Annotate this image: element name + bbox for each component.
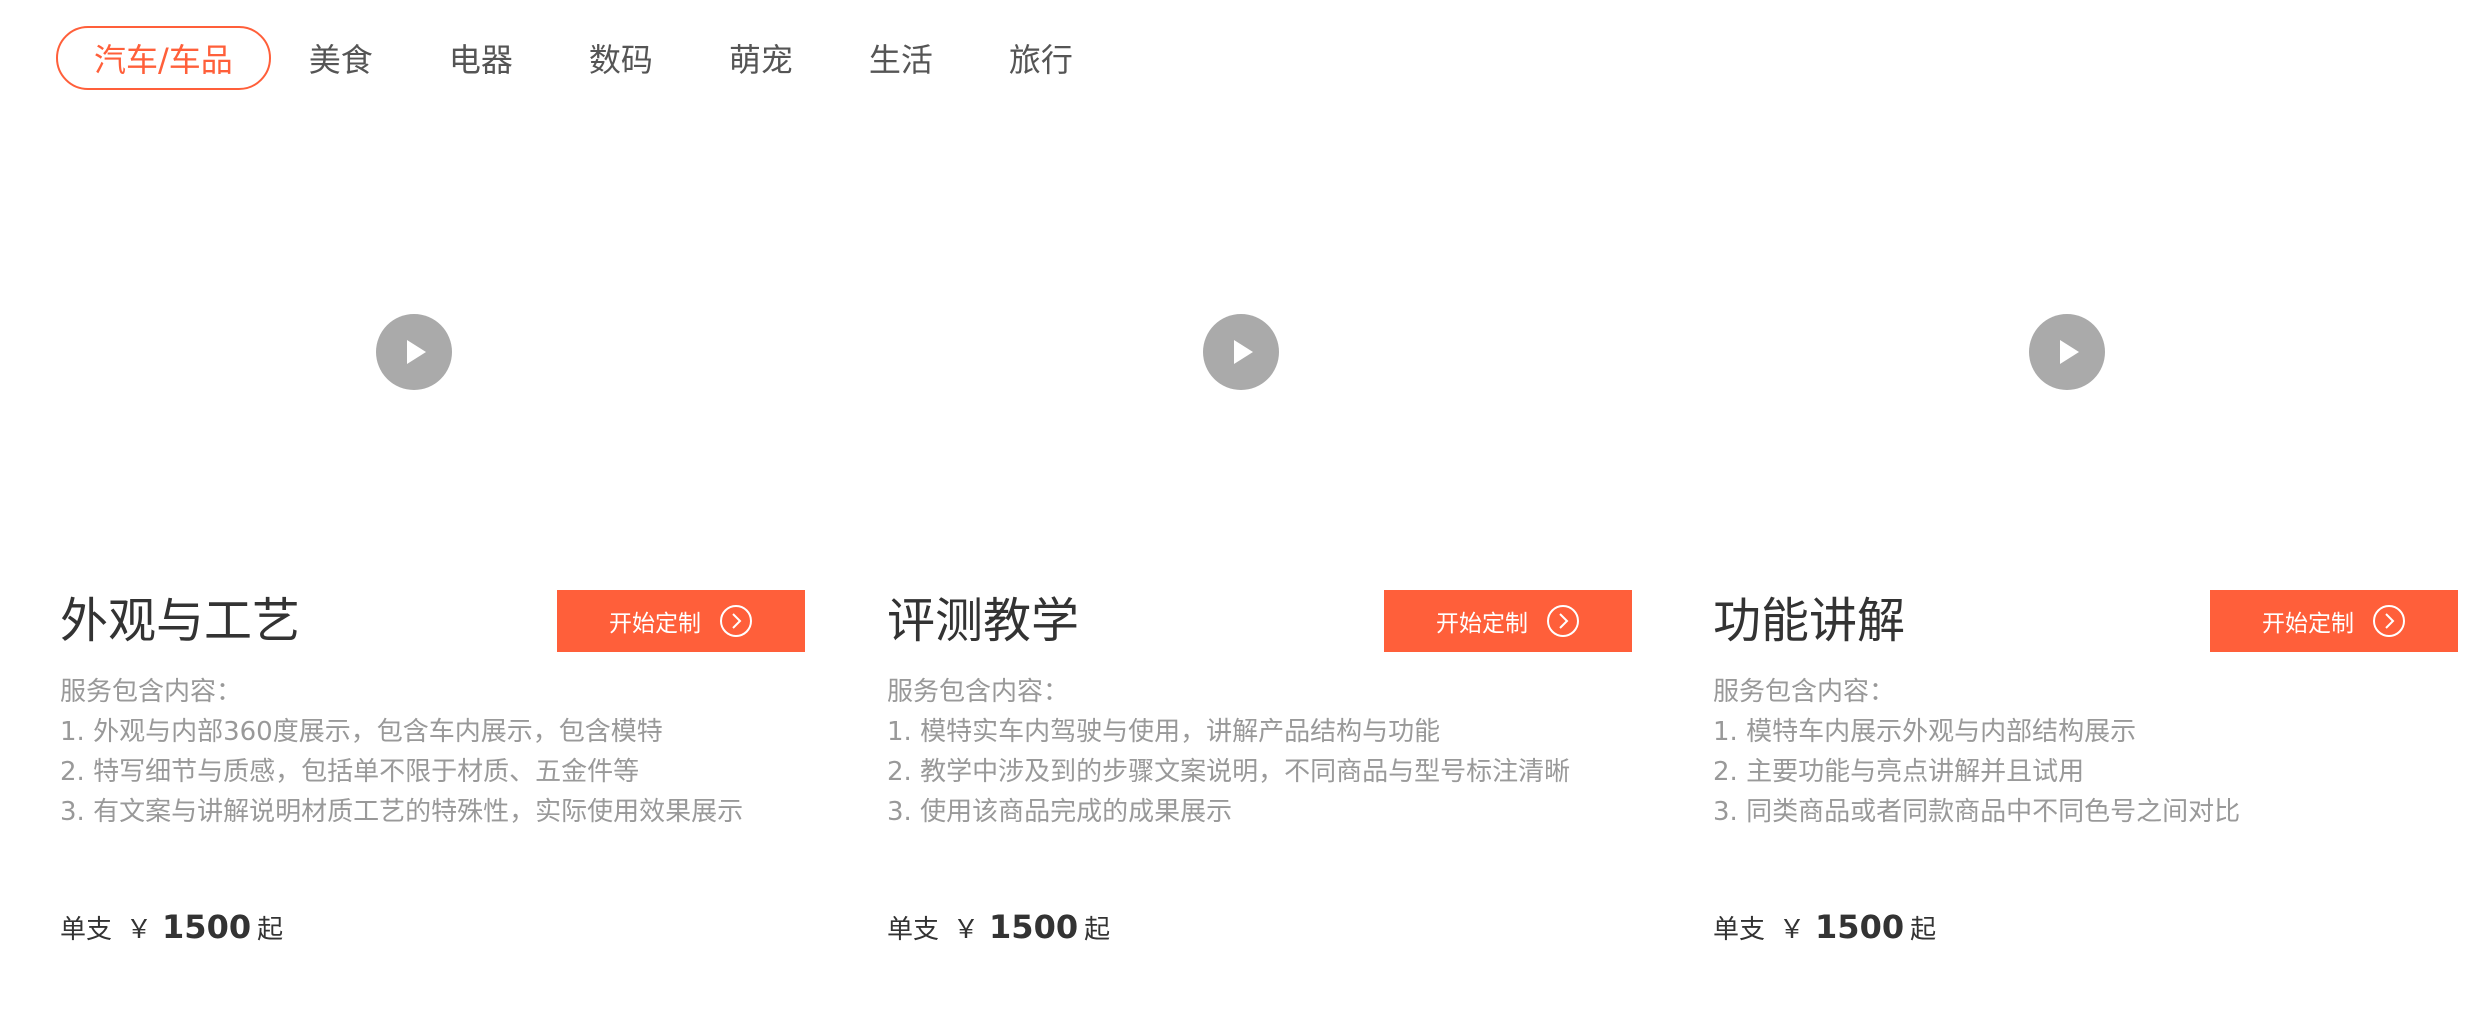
price-currency: ￥	[953, 915, 980, 945]
video-preview[interactable]	[60, 130, 820, 570]
description-heading: 服务包含内容：	[60, 677, 243, 707]
card-title: 评测教学	[887, 593, 1080, 649]
video-preview[interactable]	[887, 130, 1647, 570]
description-item: 1. 外观与内部360度展示，包含车内展示，包含模特	[60, 717, 663, 747]
chevron-right-circle-icon	[2372, 604, 2406, 638]
description-item: 1. 模特车内展示外观与内部结构展示	[1713, 717, 2137, 747]
service-card: 功能讲解 开始定制 服务包含内容： 1. 模特车内展示外观与内部结构展示 2. …	[1713, 130, 2473, 960]
description-item: 3. 有文案与讲解说明材质工艺的特殊性，实际使用效果展示	[60, 797, 744, 827]
price-suffix: 起	[1084, 915, 1111, 945]
description-item: 2. 特写细节与质感，包括单不限于材质、五金件等	[60, 757, 640, 787]
price-suffix: 起	[257, 915, 284, 945]
start-customize-button[interactable]: 开始定制	[1384, 590, 1632, 652]
service-card: 评测教学 开始定制 服务包含内容： 1. 模特实车内驾驶与使用，讲解产品结构与功…	[887, 130, 1647, 960]
play-icon[interactable]	[376, 314, 452, 390]
price-unit: 单支	[60, 915, 113, 945]
play-icon[interactable]	[1203, 314, 1279, 390]
chevron-right-circle-icon	[719, 604, 753, 638]
chevron-right-circle-icon	[1546, 604, 1580, 638]
video-preview[interactable]	[1713, 130, 2473, 570]
description-heading: 服务包含内容：	[1713, 677, 1896, 707]
start-customize-button[interactable]: 开始定制	[557, 590, 805, 652]
price-value: 1500	[1815, 908, 1905, 946]
price-unit: 单支	[887, 915, 940, 945]
description-item: 2. 教学中涉及到的步骤文案说明，不同商品与型号标注清晰	[887, 757, 1571, 787]
price-currency: ￥	[126, 915, 153, 945]
description-item: 3. 同类商品或者同款商品中不同色号之间对比	[1713, 797, 2241, 827]
description-item: 3. 使用该商品完成的成果展示	[887, 797, 1233, 827]
description-heading: 服务包含内容：	[887, 677, 1070, 707]
price-suffix: 起	[1910, 915, 1937, 945]
description-item: 2. 主要功能与亮点讲解并且试用	[1713, 757, 2085, 787]
price-unit: 单支	[1713, 915, 1766, 945]
price-line: 单支 ￥ 1500 起	[1713, 908, 1936, 946]
start-customize-button[interactable]: 开始定制	[2210, 590, 2458, 652]
price-currency: ￥	[1779, 915, 1806, 945]
card-title: 外观与工艺	[60, 593, 301, 649]
button-label: 开始定制	[1436, 611, 1528, 637]
button-label: 开始定制	[2262, 611, 2354, 637]
description-item: 1. 模特实车内驾驶与使用，讲解产品结构与功能	[887, 717, 1441, 747]
price-line: 单支 ￥ 1500 起	[60, 908, 283, 946]
service-description: 服务包含内容： 1. 外观与内部360度展示，包含车内展示，包含模特 2. 特写…	[60, 672, 780, 832]
service-description: 服务包含内容： 1. 模特车内展示外观与内部结构展示 2. 主要功能与亮点讲解并…	[1713, 672, 2433, 832]
service-card: 外观与工艺 开始定制 服务包含内容： 1. 外观与内部360度展示，包含车内展示…	[60, 130, 820, 960]
play-icon[interactable]	[2029, 314, 2105, 390]
button-label: 开始定制	[609, 611, 701, 637]
card-title: 功能讲解	[1713, 593, 1906, 649]
service-description: 服务包含内容： 1. 模特实车内驾驶与使用，讲解产品结构与功能 2. 教学中涉及…	[887, 672, 1607, 832]
service-cards: 外观与工艺 开始定制 服务包含内容： 1. 外观与内部360度展示，包含车内展示…	[0, 0, 2480, 1032]
price-value: 1500	[162, 908, 252, 946]
price-value: 1500	[989, 908, 1079, 946]
price-line: 单支 ￥ 1500 起	[887, 908, 1110, 946]
